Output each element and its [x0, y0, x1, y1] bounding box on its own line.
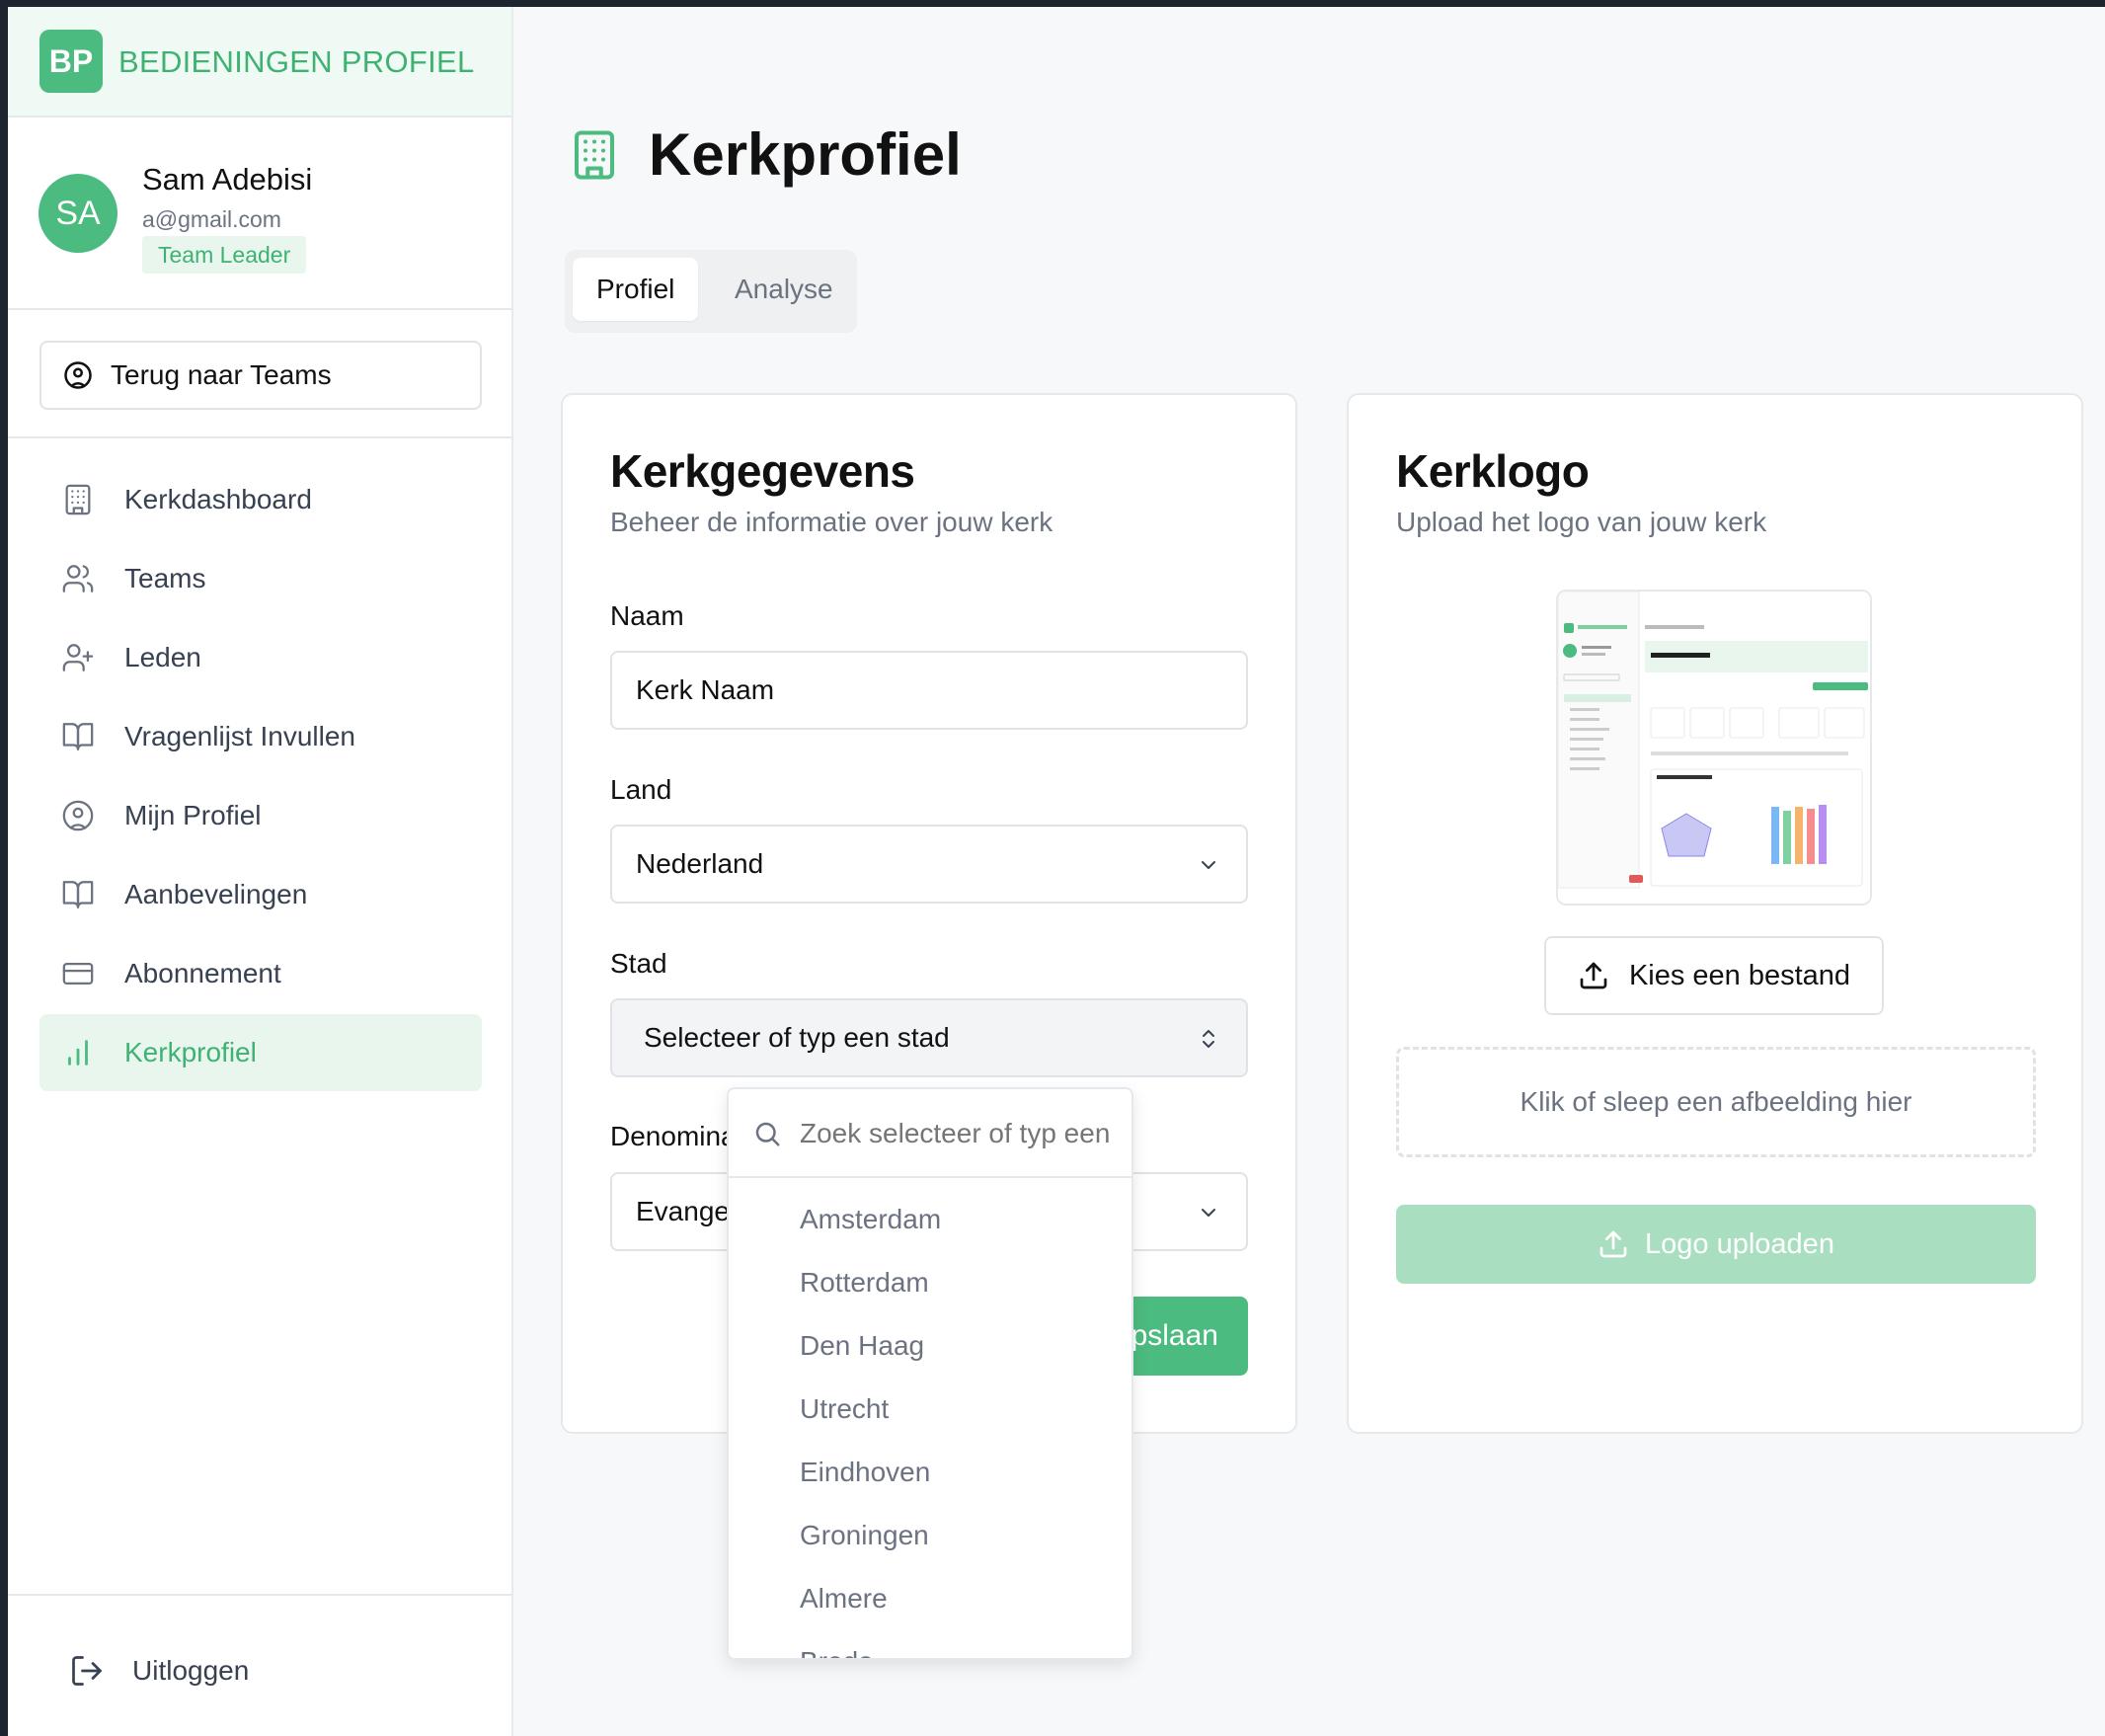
- brand-header: BP BEDIENINGEN PROFIEL: [8, 7, 511, 118]
- user-email: a@gmail.com: [142, 206, 281, 232]
- chevron-down-icon: [1202, 861, 1215, 869]
- city-combobox-placeholder: Selecteer of typ een stad: [644, 1022, 950, 1053]
- user-name: Sam Adebisi: [142, 162, 313, 197]
- city-label: Stad: [610, 948, 667, 979]
- details-card-subtitle: Beheer de informatie over jouw kerk: [610, 507, 1053, 537]
- back-to-teams-button[interactable]: Terug naar Teams: [39, 341, 482, 410]
- search-icon: [755, 1122, 780, 1146]
- sidebar-item-label: Kerkprofiel: [124, 1037, 257, 1067]
- sidebar-item-label: Vragenlijst Invullen: [124, 721, 355, 751]
- city-dropdown: Amsterdam Rotterdam Den Haag Utrecht Ein…: [727, 1087, 1133, 1660]
- page-title: Kerkprofiel: [649, 121, 962, 188]
- users-icon: [62, 565, 94, 592]
- city-option[interactable]: Breda: [800, 1646, 874, 1658]
- chevrons-up-down-icon: [1203, 1030, 1214, 1048]
- user-circle-icon: [62, 800, 94, 831]
- tab-list: Profiel Analyse: [565, 250, 857, 333]
- country-select-value: Nederland: [636, 848, 764, 879]
- building-icon: [574, 129, 615, 180]
- logo-card-subtitle: Upload het logo van jouw kerk: [1396, 507, 1767, 537]
- city-search: [729, 1089, 1131, 1178]
- bar-chart-icon: [68, 1040, 88, 1065]
- back-section: Terug naar Teams: [8, 310, 511, 438]
- logout-section: Uitloggen: [8, 1594, 511, 1736]
- sidebar-item-label: Teams: [124, 563, 206, 593]
- book-open-icon: [62, 881, 94, 908]
- building-icon: [65, 484, 91, 515]
- tab-profiel[interactable]: Profiel: [573, 258, 699, 321]
- logo-card-title: Kerklogo: [1396, 445, 1590, 497]
- avatar: SA: [39, 174, 117, 253]
- chevron-down-icon: [1202, 1209, 1215, 1217]
- sidebar-item-leden[interactable]: Leden: [39, 619, 482, 696]
- city-option[interactable]: Almere: [800, 1583, 888, 1615]
- sidebar-item-label: Kerkdashboard: [124, 484, 312, 514]
- name-field[interactable]: Kerk Naam: [610, 651, 1248, 730]
- upload-icon: [1599, 1230, 1627, 1258]
- sidebar-item-label: Abonnement: [124, 958, 281, 988]
- choose-file-button[interactable]: Kies een bestand: [1544, 936, 1884, 1015]
- sidebar-item-kerkprofiel[interactable]: Kerkprofiel: [39, 1014, 482, 1091]
- upload-logo-label: Logo uploaden: [1645, 1227, 1834, 1260]
- sidebar-item-label: Aanbevelingen: [124, 879, 308, 909]
- city-search-input[interactable]: [800, 1115, 1116, 1152]
- sidebar-item-teams[interactable]: Teams: [39, 540, 482, 617]
- name-label: Naam: [610, 600, 684, 631]
- upload-logo-button[interactable]: Logo uploaden: [1396, 1205, 2036, 1284]
- image-dropzone[interactable]: Klik of sleep een afbeelding hier: [1396, 1047, 2036, 1157]
- page-header: Kerkprofiel: [568, 120, 962, 189]
- logout-icon: [72, 1656, 102, 1686]
- sidebar-item-kerkdashboard[interactable]: Kerkdashboard: [39, 461, 482, 538]
- user-card: SA Sam Adebisi a@gmail.com Team Leader: [8, 118, 511, 310]
- brand-logo[interactable]: BP: [39, 30, 103, 93]
- credit-card-icon: [62, 962, 94, 986]
- city-option[interactable]: Den Haag: [800, 1330, 924, 1362]
- logout-label: Uitloggen: [132, 1655, 250, 1686]
- details-card-title: Kerkgegevens: [610, 445, 915, 497]
- sidebar-item-label: Mijn Profiel: [124, 800, 262, 830]
- sidebar-item-vragenlijst[interactable]: Vragenlijst Invullen: [39, 698, 482, 775]
- back-to-teams-label: Terug naar Teams: [111, 359, 332, 390]
- city-option[interactable]: Utrecht: [800, 1393, 889, 1425]
- city-option[interactable]: Rotterdam: [800, 1267, 929, 1299]
- sidebar-item-abonnement[interactable]: Abonnement: [39, 935, 482, 1012]
- choose-file-label: Kies een bestand: [1628, 959, 1851, 991]
- country-label: Land: [610, 774, 672, 805]
- sidebar-item-mijn-profiel[interactable]: Mijn Profiel: [39, 777, 482, 854]
- logout-button[interactable]: Uitloggen: [69, 1653, 249, 1689]
- book-open-icon: [62, 723, 94, 750]
- upload-icon: [1580, 962, 1607, 989]
- city-option[interactable]: Groningen: [800, 1520, 929, 1551]
- logo-preview-image: [1556, 590, 1872, 906]
- user-plus-icon: [62, 644, 94, 671]
- brand-name[interactable]: BEDIENINGEN PROFIEL: [118, 44, 475, 80]
- app-window: BP BEDIENINGEN PROFIEL SA Sam Adebisi a@…: [8, 7, 2105, 1736]
- sidebar-item-label: Leden: [124, 642, 201, 672]
- city-option[interactable]: Amsterdam: [800, 1204, 941, 1235]
- sidebar: BP BEDIENINGEN PROFIEL SA Sam Adebisi a@…: [8, 7, 513, 1736]
- user-circle-icon: [64, 361, 92, 389]
- city-option[interactable]: Eindhoven: [800, 1457, 930, 1488]
- country-select[interactable]: Nederland: [610, 825, 1248, 904]
- role-badge: Team Leader: [142, 236, 307, 274]
- tab-analyse[interactable]: Analyse: [711, 258, 857, 321]
- dashboard-screenshot-thumbnail: [1558, 592, 1870, 904]
- sidebar-item-aanbevelingen[interactable]: Aanbevelingen: [39, 856, 482, 933]
- city-combobox[interactable]: Selecteer of typ een stad: [610, 998, 1248, 1077]
